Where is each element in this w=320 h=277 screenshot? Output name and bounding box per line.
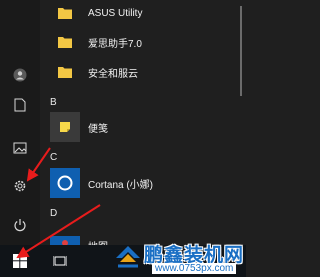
app-item-asus-utility[interactable]: ASUS Utility xyxy=(40,0,246,28)
site-watermark: 鹏鑫装机网 www.0753px.com xyxy=(114,238,246,277)
pictures-button[interactable] xyxy=(0,130,40,166)
folder-icon xyxy=(50,0,80,28)
app-list-scrollbar[interactable] xyxy=(238,0,244,245)
app-item-cortana[interactable]: Cortana (小娜) xyxy=(40,168,246,198)
app-item-security-cloud[interactable]: 安全和服云 xyxy=(40,57,246,87)
app-item-aisi-assistant[interactable]: 爱思助手7.0 xyxy=(40,27,246,57)
app-item-sticky-notes[interactable]: 便笺 xyxy=(40,112,246,142)
group-header-b[interactable]: B xyxy=(50,97,57,108)
windows-start-icon xyxy=(13,254,27,268)
document-icon xyxy=(14,98,26,112)
power-button[interactable] xyxy=(0,207,40,243)
app-label: 便笺 xyxy=(88,123,108,135)
app-label: Cortana (小娜) xyxy=(88,179,154,191)
folder-icon xyxy=(50,57,80,87)
group-header-d[interactable]: D xyxy=(50,208,57,219)
pictures-icon xyxy=(13,142,27,154)
documents-button[interactable] xyxy=(0,87,40,123)
scrollbar-thumb[interactable] xyxy=(240,6,242,96)
app-label: 安全和服云 xyxy=(88,68,138,80)
task-view-icon xyxy=(53,256,67,266)
power-icon xyxy=(14,219,26,232)
user-icon xyxy=(13,68,27,82)
watermark-url: www.0753px.com xyxy=(152,263,237,274)
app-label: 爱思助手7.0 xyxy=(88,38,142,50)
sticky-notes-icon xyxy=(50,112,80,142)
start-menu-rail xyxy=(0,0,40,245)
folder-icon xyxy=(50,27,80,57)
settings-gear-icon xyxy=(14,180,26,192)
watermark-logo-icon xyxy=(116,246,140,268)
cortana-icon xyxy=(50,168,80,198)
app-label: ASUS Utility xyxy=(88,7,143,19)
app-list: ASUS Utility 爱思助手7.0 安全和服云 B 便笺 C Cortan… xyxy=(40,0,246,253)
task-view-button[interactable] xyxy=(48,245,72,277)
settings-button[interactable] xyxy=(0,168,40,204)
group-header-c[interactable]: C xyxy=(50,152,57,163)
start-button[interactable] xyxy=(0,245,40,277)
